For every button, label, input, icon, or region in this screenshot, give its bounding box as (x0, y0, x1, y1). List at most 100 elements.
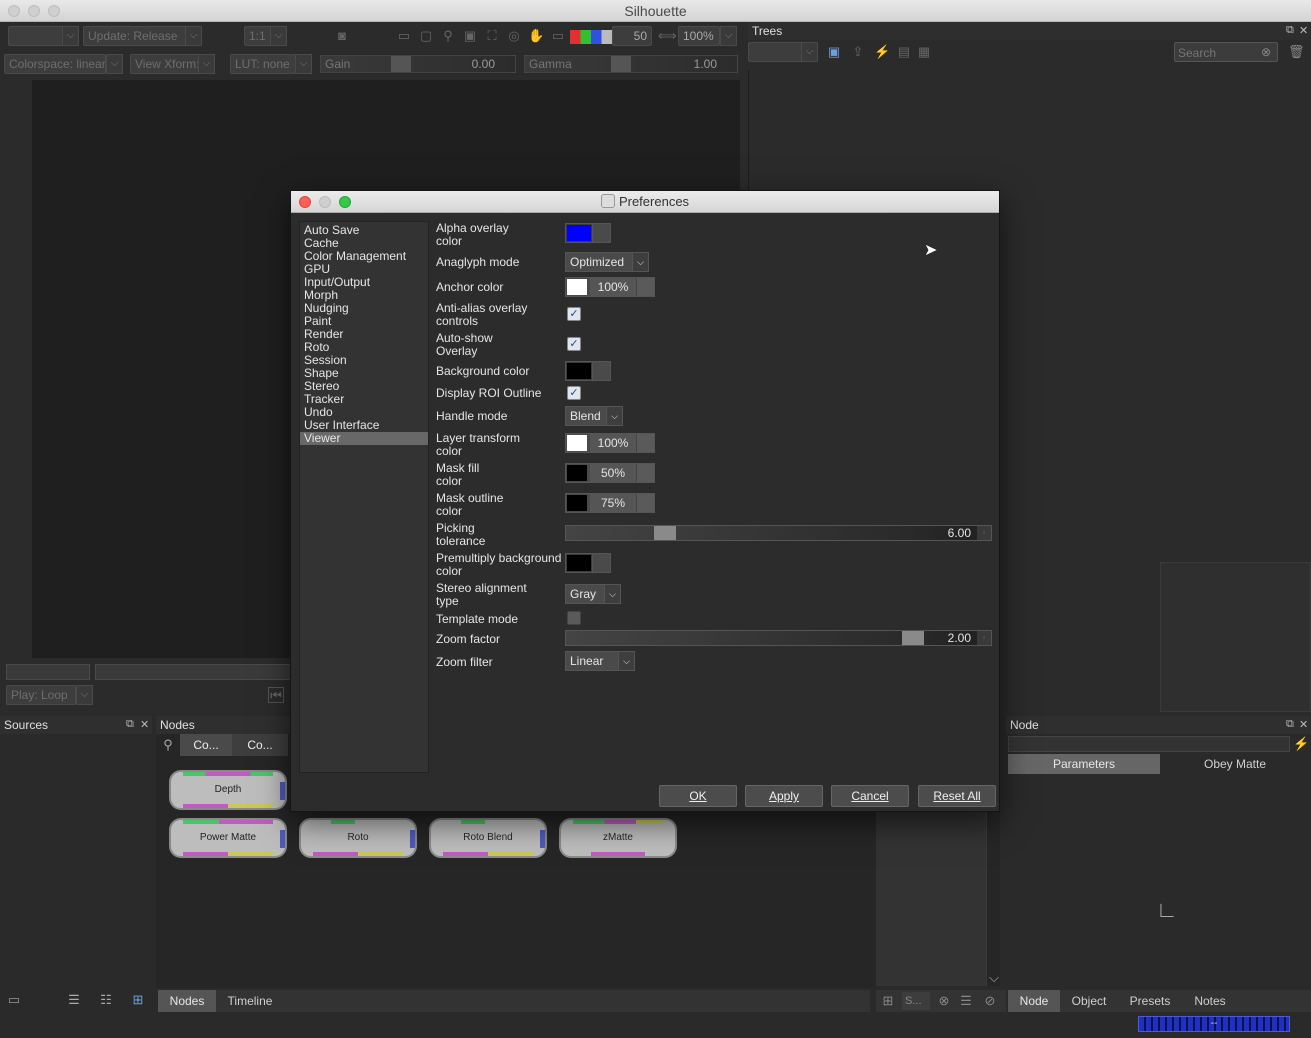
close-dialog-button[interactable] (299, 196, 311, 208)
channel-selector[interactable] (570, 30, 612, 44)
monitor-icon[interactable]: ▭ (396, 28, 412, 44)
eyedropper-icon[interactable] (636, 278, 654, 296)
node-roto-blend[interactable]: Roto Blend (429, 818, 547, 858)
layers-icon[interactable]: ☰ (958, 993, 974, 1009)
object-list[interactable] (876, 812, 986, 986)
gain-slider[interactable]: Gain 0.00 (320, 55, 516, 73)
tab-timeline[interactable]: Timeline (216, 990, 284, 1012)
eyedropper-icon[interactable] (592, 224, 610, 242)
slider-thumb[interactable] (654, 526, 676, 540)
nodes-column-2[interactable]: Co... (232, 734, 288, 756)
eyedropper-icon[interactable] (592, 362, 610, 380)
playback-mode-select[interactable]: Play: Loop (6, 685, 76, 705)
display-roi-checkbox[interactable]: ✓ (567, 386, 581, 400)
view-xform-select[interactable]: View Xform: (130, 54, 200, 74)
close-icon[interactable]: ✕ (1299, 24, 1308, 37)
zoom-factor-slider[interactable]: 2.00 ◦ (565, 630, 992, 646)
category-item[interactable]: Viewer (300, 432, 428, 445)
camera-icon[interactable]: ◙ (334, 28, 350, 44)
spin-icon[interactable]: ◦ (977, 631, 991, 645)
zoom-dialog-button[interactable] (339, 196, 351, 208)
gain-thumb[interactable] (391, 56, 411, 72)
cancel-button[interactable]: Cancel (831, 785, 909, 807)
auto-show-checkbox[interactable]: ✓ (567, 337, 581, 351)
frame-field[interactable]: 50 (612, 26, 652, 46)
layer-transform-color[interactable]: 100% (565, 433, 655, 453)
trees-select[interactable] (748, 42, 802, 62)
search-input[interactable] (1178, 45, 1256, 60)
panel-icon[interactable]: ▭ (6, 992, 22, 1008)
detail-list-icon[interactable]: ☷ (98, 992, 114, 1008)
tab-obey-matte[interactable]: Obey Matte (1160, 754, 1310, 774)
hand-icon[interactable]: ✋ (528, 28, 544, 44)
chevron-down-icon[interactable]: ⌵ (801, 42, 818, 62)
ok-button[interactable]: OK (659, 785, 737, 807)
spin-icon[interactable]: ◦ (977, 526, 991, 540)
session-select[interactable] (8, 26, 64, 46)
chevron-down-icon[interactable]: ⌵ (198, 54, 215, 74)
float-icon[interactable]: ⧉ (126, 718, 134, 731)
apply-button[interactable]: Apply (745, 785, 823, 807)
gamma-thumb[interactable] (611, 56, 631, 72)
template-mode-checkbox[interactable] (567, 611, 581, 625)
eyedropper-icon[interactable] (636, 464, 654, 482)
layer-transform-opacity[interactable]: 100% (590, 434, 636, 452)
close-icon[interactable]: ✕ (1299, 718, 1308, 731)
chevron-down-icon[interactable]: ⌵ (720, 26, 737, 46)
mask-outline-opacity[interactable]: 75% (590, 494, 636, 512)
update-mode-select[interactable]: Update: Release (83, 26, 187, 46)
tab-parameters[interactable]: Parameters (1008, 754, 1160, 774)
scrollbar[interactable] (986, 812, 1000, 986)
tab-notes[interactable]: Notes (1182, 990, 1238, 1012)
tab-object[interactable]: Object (1060, 990, 1118, 1012)
premultiply-bg-color[interactable] (565, 553, 611, 573)
anti-alias-checkbox[interactable]: ✓ (567, 307, 581, 321)
zoom-filter-select[interactable]: Linear ⌵ (565, 651, 635, 671)
stereo-alignment-select[interactable]: Gray ⌵ (565, 584, 621, 604)
timeline-start-field[interactable] (6, 664, 90, 680)
save-icon[interactable]: ▦ (916, 44, 932, 60)
tab-nodes[interactable]: Nodes (158, 990, 216, 1012)
export-icon[interactable]: ⇪ (850, 44, 866, 60)
bolt-icon[interactable]: ⚡ (874, 44, 890, 60)
sources-list[interactable] (0, 736, 152, 986)
region-icon[interactable]: ▭ (550, 28, 566, 44)
category-list[interactable]: Auto Save Cache Color Management GPU Input/O… (299, 221, 429, 773)
chevron-down-icon[interactable]: ⌵ (76, 685, 93, 705)
search-icon[interactable]: ⚲ (160, 737, 176, 753)
eyedropper-icon[interactable] (636, 494, 654, 512)
minimize-dialog-button[interactable] (319, 196, 331, 208)
grid-icon[interactable]: ⊞ (130, 992, 146, 1008)
fullscreen-icon[interactable]: ⛶ (484, 28, 500, 44)
node-depth[interactable]: Depth (169, 770, 287, 810)
eyedropper-icon[interactable] (592, 554, 610, 572)
nodes-column-1[interactable]: Co... (180, 734, 232, 756)
zoom-select[interactable]: 100% (678, 26, 720, 46)
clear-icon[interactable]: ⊗ (936, 993, 952, 1009)
skip-start-icon[interactable]: ⏮ (268, 687, 284, 703)
gamma-slider[interactable]: Gamma 1.00 (524, 55, 738, 73)
mask-fill-opacity[interactable]: 50% (590, 464, 636, 482)
slider-thumb[interactable] (902, 631, 924, 645)
disable-icon[interactable]: ⊘ (982, 993, 998, 1009)
tab-presets[interactable]: Presets (1118, 990, 1182, 1012)
alpha-overlay-color[interactable] (565, 223, 611, 243)
reset-all-button[interactable]: Reset All (918, 785, 996, 807)
object-field[interactable]: S... (902, 992, 930, 1010)
trash-icon[interactable]: 🗑 (1288, 44, 1305, 60)
ratio-select[interactable]: 1:1 (244, 26, 272, 46)
tree-view-icon[interactable]: ▣ (826, 44, 842, 60)
node-power-matte[interactable]: Power Matte (169, 818, 287, 858)
clear-search-icon[interactable]: ⊗ (1261, 45, 1271, 59)
node-zmatte[interactable]: zMatte (559, 818, 677, 858)
target-icon[interactable]: ◎ (506, 28, 522, 44)
width-icon[interactable]: ⟺ (658, 28, 677, 44)
node-roto[interactable]: Roto (299, 818, 417, 858)
node-name-field[interactable] (1008, 736, 1290, 752)
chevron-down-icon[interactable]: ⌵ (62, 26, 79, 46)
zoom-icon[interactable]: ⚲ (440, 28, 456, 44)
float-icon[interactable]: ⧉ (1286, 718, 1294, 731)
folder-icon[interactable]: ▤ (896, 44, 912, 60)
anchor-opacity[interactable]: 100% (590, 278, 636, 296)
chevron-down-icon[interactable]: ⌵ (295, 54, 312, 74)
